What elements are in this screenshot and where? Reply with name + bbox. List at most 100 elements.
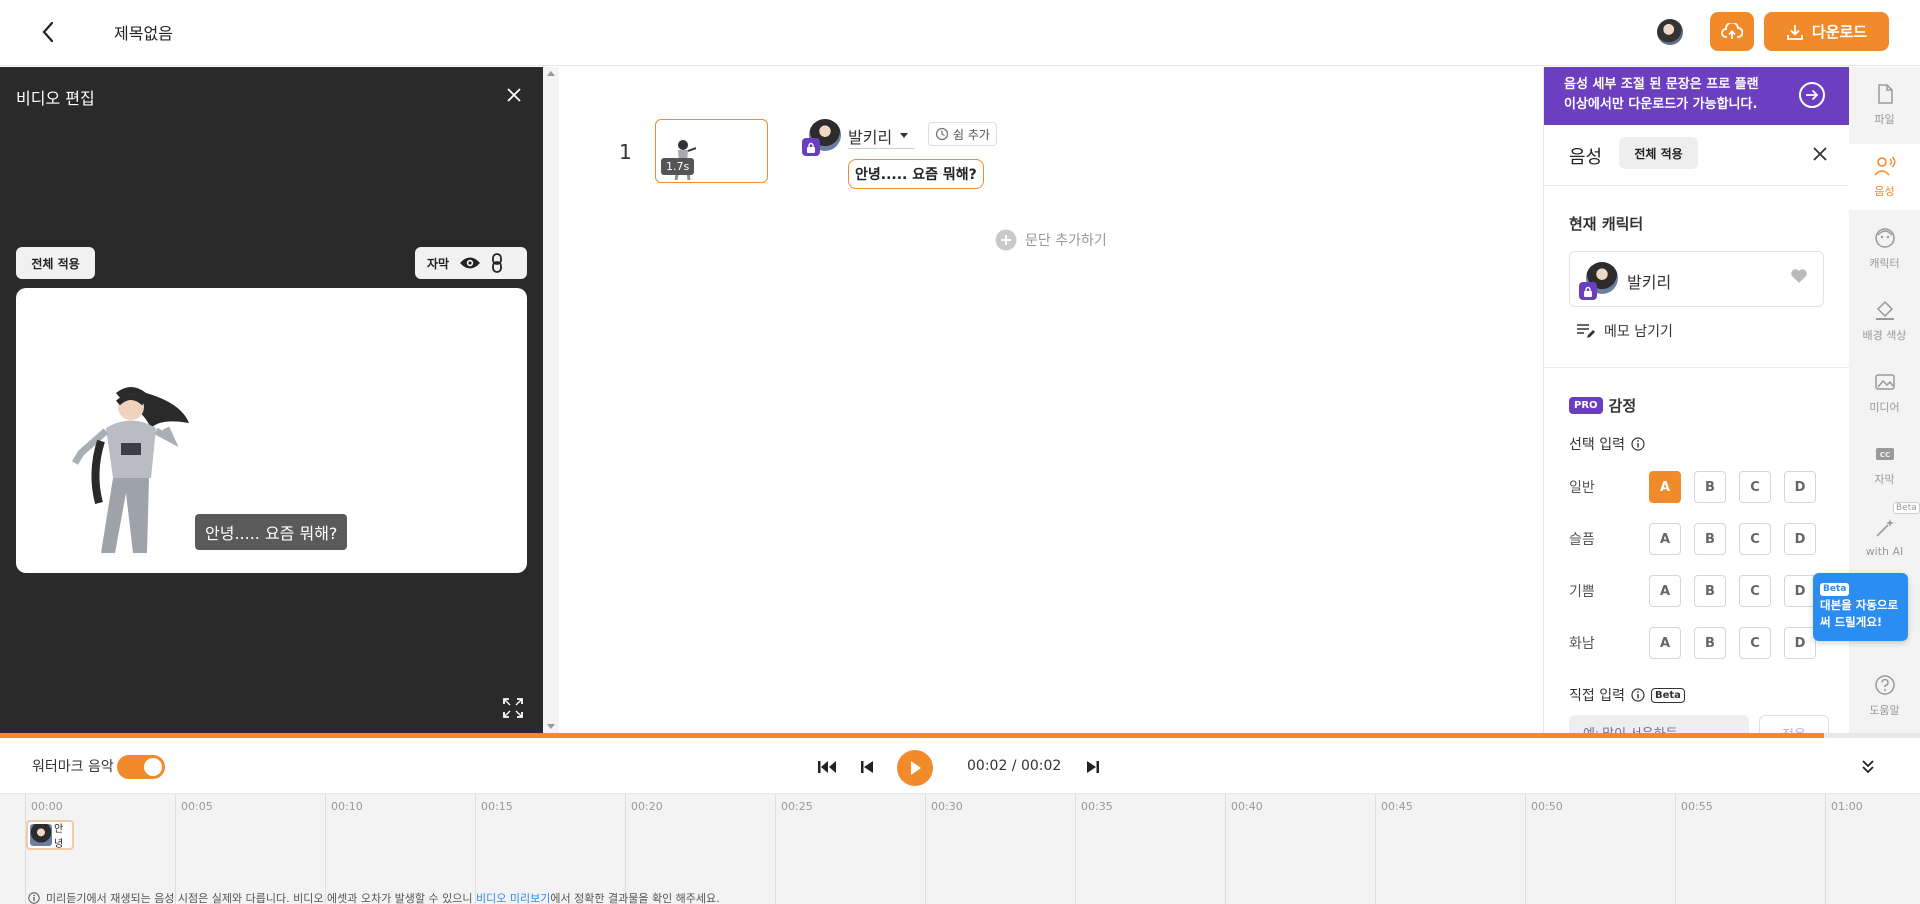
subtitle-label: 자막 (427, 256, 450, 271)
document-title[interactable]: 제목없음 (114, 20, 173, 44)
scrollbar[interactable] (543, 67, 559, 733)
clip-text: 안녕 (54, 824, 64, 850)
rail-label: 파일 (1874, 113, 1895, 126)
banner-line-1: 음성 세부 조절 된 문장은 프로 플랜 (1564, 77, 1759, 92)
video-preview[interactable]: 안녕..... 요즘 뭐해? (16, 288, 527, 573)
notice-text: 미리듣기에서 재생되는 음성 시점은 실제와 다릅니다. 비디오 에셋과 오차가… (46, 892, 473, 904)
voice-settings-panel: 음성 세부 조절 된 문장은 프로 플랜 이상에서만 다운로드가 가능합니다. … (1543, 67, 1849, 733)
close-button[interactable] (1808, 142, 1832, 166)
info-icon[interactable] (1631, 688, 1645, 702)
file-icon (1877, 84, 1893, 104)
timeline-clip[interactable]: 안녕 (26, 820, 74, 850)
skip-to-start-button[interactable] (815, 755, 839, 779)
help-icon (1874, 675, 1895, 695)
watermark-music-toggle[interactable] (117, 755, 165, 779)
next-button[interactable] (1081, 755, 1105, 779)
speaker-select[interactable]: 발키리 (848, 124, 915, 149)
emotion-option[interactable]: A (1649, 627, 1681, 659)
cloud-upload-button[interactable] (1710, 12, 1754, 51)
character-icon (1874, 228, 1895, 248)
divider (1544, 185, 1849, 186)
emotion-option[interactable]: D (1784, 471, 1816, 503)
cc-icon: CC (1875, 448, 1894, 460)
apply-all-button[interactable]: 전체 적용 (16, 247, 95, 279)
subtitle-toggle[interactable]: 자막 (415, 247, 527, 279)
rail-label: with AI (1865, 544, 1904, 558)
dialogue-line[interactable]: 안녕..... 요즘 뭐해? (848, 159, 984, 189)
divider (1544, 367, 1849, 368)
close-button[interactable] (502, 83, 526, 107)
emotion-option[interactable]: D (1784, 523, 1816, 555)
emotion-direct-input[interactable] (1569, 715, 1749, 733)
tick-label: 00:40 (1231, 800, 1263, 813)
user-avatar[interactable] (1657, 19, 1683, 45)
rail-item-media[interactable]: 미디어 (1849, 360, 1920, 426)
emotion-option[interactable]: A (1649, 575, 1681, 607)
preview-subtitle[interactable]: 안녕..... 요즘 뭐해? (195, 514, 348, 550)
scroll-up-arrow-icon[interactable] (547, 71, 555, 76)
emotion-option[interactable]: B (1694, 523, 1726, 555)
add-rest-button[interactable]: 쉼 추가 (928, 122, 997, 146)
play-button[interactable] (897, 750, 933, 786)
scroll-down-arrow-icon[interactable] (547, 724, 555, 729)
heart-icon[interactable] (1790, 268, 1808, 284)
timeline-tick: 00:45 (1375, 794, 1413, 904)
emotion-option[interactable]: B (1694, 627, 1726, 659)
emotion-option[interactable]: C (1739, 471, 1771, 503)
emotion-option[interactable]: C (1739, 575, 1771, 607)
panel-title: 비디오 편집 (16, 89, 95, 108)
video-preview-link[interactable]: 비디오 미리보기 (476, 892, 550, 904)
fullscreen-button[interactable] (502, 697, 526, 721)
scene-thumbnail[interactable]: 1.7s (655, 119, 768, 183)
tick-label: 00:55 (1681, 800, 1713, 813)
double-chevron-down-icon (1862, 760, 1874, 774)
rail-item-subtitle[interactable]: CC 자막 (1849, 432, 1920, 498)
back-button[interactable] (34, 18, 62, 46)
timeline[interactable]: 00:00 00:05 00:10 00:15 00:20 00:25 00:3… (0, 794, 1920, 904)
tick-label: 00:50 (1531, 800, 1563, 813)
emotion-option[interactable]: A (1649, 523, 1681, 555)
player-controls: 워터마크 음악 00:02 / 00:02 (0, 738, 1920, 794)
emotion-row-angry: 화남 A B C D (1569, 627, 1849, 659)
emotion-option[interactable]: A (1649, 471, 1681, 503)
emotion-option[interactable]: C (1739, 627, 1771, 659)
collapse-timeline-button[interactable] (1856, 755, 1880, 779)
direct-apply-button[interactable]: 적용 (1759, 715, 1829, 733)
add-paragraph-button[interactable]: 문단 추가하기 (995, 229, 1107, 251)
leave-memo-button[interactable]: 메모 남기기 (1576, 321, 1673, 341)
rail-item-file[interactable]: 파일 (1849, 72, 1920, 138)
eye-icon[interactable] (459, 256, 481, 270)
emotion-option[interactable]: D (1784, 575, 1816, 607)
play-icon (911, 761, 921, 775)
emotion-option[interactable]: B (1694, 575, 1726, 607)
rail-label: 캐릭터 (1869, 257, 1900, 270)
emotion-option[interactable]: C (1739, 523, 1771, 555)
character-card[interactable]: 발키리 (1569, 251, 1824, 307)
rail-item-help[interactable]: 도움말 (1849, 663, 1920, 729)
download-button[interactable]: 다운로드 (1764, 12, 1889, 51)
rail-item-voice[interactable]: 음성 (1849, 144, 1920, 210)
rail-item-background-color[interactable]: 배경 색상 (1849, 288, 1920, 354)
close-icon (1813, 147, 1827, 161)
beta-tag: Beta (1893, 502, 1920, 514)
ai-script-tooltip[interactable]: Beta 대본을 자동으로 써 드릴게요! (1813, 573, 1908, 641)
tooltip-line-1: 대본을 자동으로 (1820, 598, 1899, 613)
beta-badge: Beta (1650, 687, 1685, 703)
tick-label: 00:15 (481, 800, 513, 813)
skip-start-icon (818, 761, 836, 773)
previous-button[interactable] (855, 755, 879, 779)
emotion-option[interactable]: D (1784, 627, 1816, 659)
beta-badge: Beta (1820, 583, 1850, 597)
select-input-text: 선택 입력 (1569, 437, 1625, 453)
link-icon[interactable] (491, 253, 503, 273)
rail-item-character[interactable]: 캐릭터 (1849, 216, 1920, 282)
lock-badge (802, 138, 820, 156)
tick-label: 00:30 (931, 800, 963, 813)
apply-all-button[interactable]: 전체 적용 (1619, 137, 1698, 169)
toggle-knob (144, 758, 162, 776)
arrow-right-circle-icon[interactable] (1799, 82, 1825, 108)
pro-plan-banner[interactable]: 음성 세부 조절 된 문장은 프로 플랜 이상에서만 다운로드가 가능합니다. (1544, 67, 1849, 125)
info-icon[interactable] (1631, 437, 1645, 451)
character-name: 발키리 (1627, 273, 1672, 292)
emotion-option[interactable]: B (1694, 471, 1726, 503)
